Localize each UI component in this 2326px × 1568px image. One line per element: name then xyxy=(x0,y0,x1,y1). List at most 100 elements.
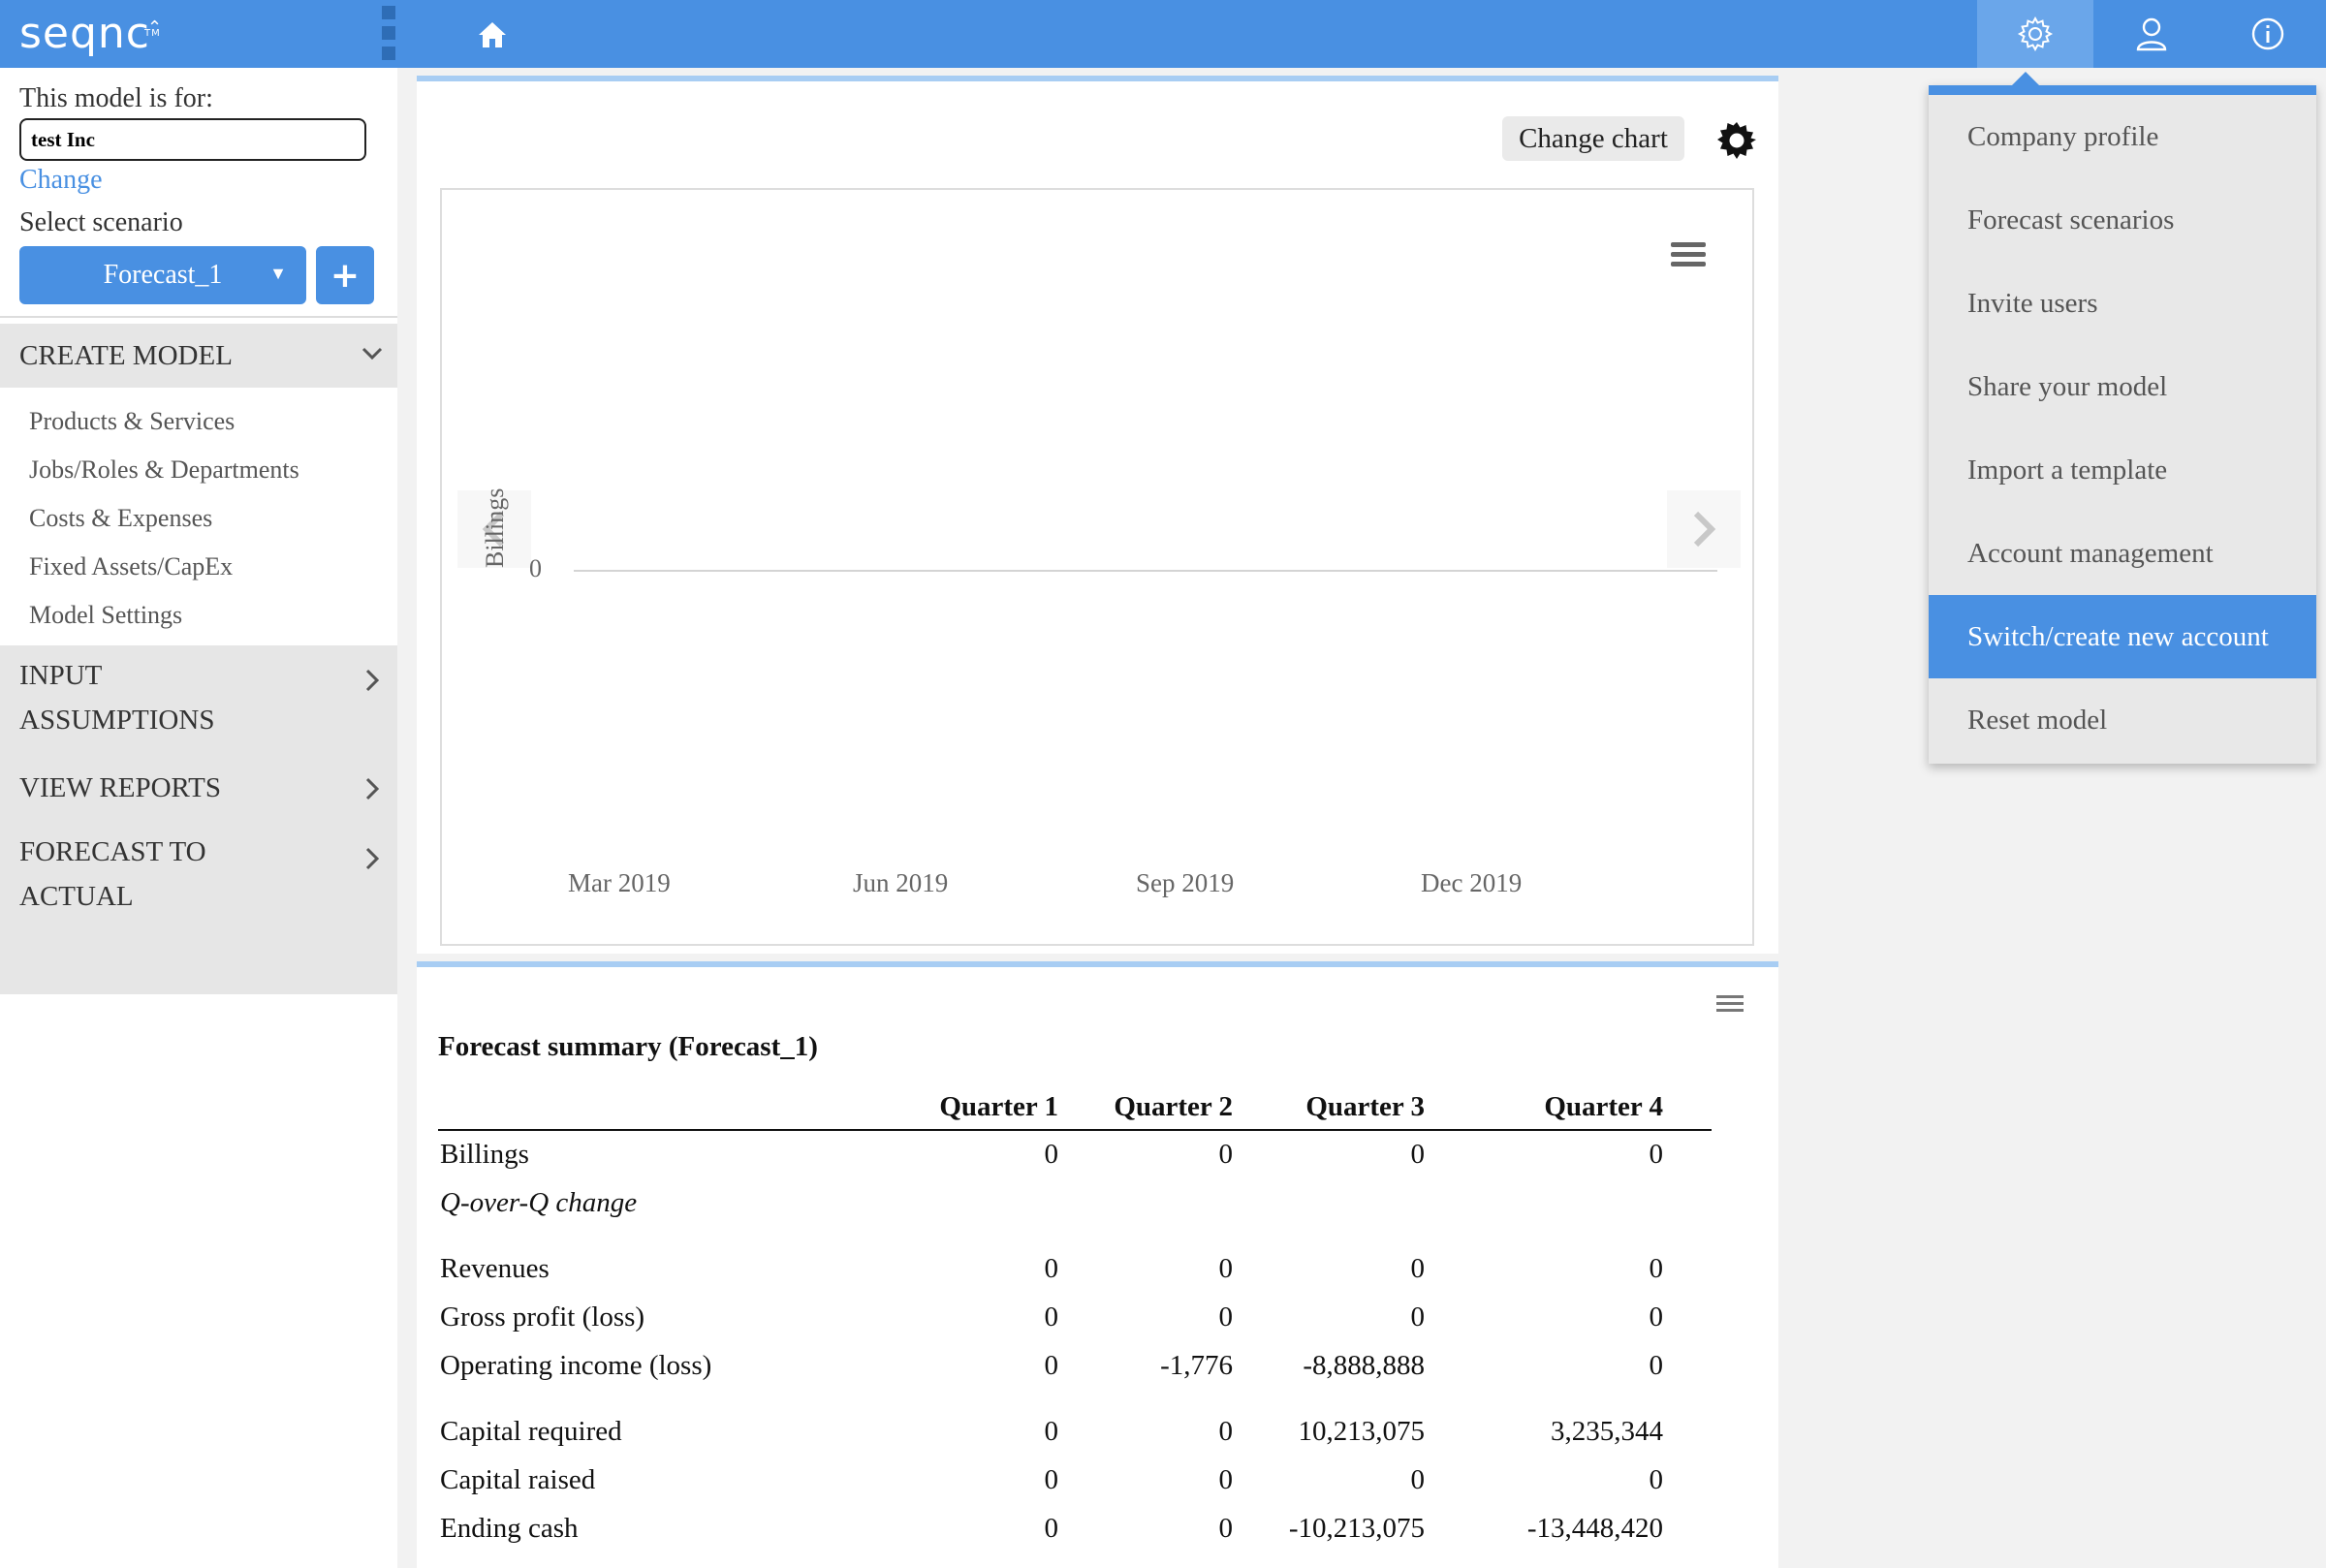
x-tick-label: Mar 2019 xyxy=(568,868,671,897)
info-button[interactable] xyxy=(2210,0,2326,68)
table-cell: 0 xyxy=(1044,1252,1059,1284)
sidebar-item-fixed-assets[interactable]: Fixed Assets/CapEx xyxy=(0,543,397,591)
table-cell: -1,776 xyxy=(1160,1349,1233,1381)
select-scenario-label: Select scenario xyxy=(19,207,183,237)
x-tick-label: Dec 2019 xyxy=(1421,868,1523,897)
settings-dropdown-menu: Company profile Forecast scenarios Invite … xyxy=(1929,72,2316,764)
create-model-list: Products & Services Jobs/Roles & Departm… xyxy=(0,397,397,640)
menu-item-switch-create-new-account[interactable]: Switch/create new account xyxy=(1929,595,2316,678)
user-button[interactable] xyxy=(2093,0,2210,68)
add-scenario-button[interactable]: + xyxy=(316,246,374,304)
table-cell: 0 xyxy=(1649,1301,1664,1333)
row-label: Billings xyxy=(440,1139,529,1170)
table-row: Q-over-Q change xyxy=(438,1178,1712,1227)
table-cell: 0 xyxy=(1218,1512,1234,1544)
sidebar-item-products-services[interactable]: Products & Services xyxy=(0,397,397,446)
settings-button[interactable] xyxy=(1977,0,2093,68)
table-spacer-cell xyxy=(913,1227,1107,1244)
table-cell: 0 xyxy=(1044,1463,1059,1495)
menu-item-account-management[interactable]: Account management xyxy=(1929,512,2316,595)
section-label-line1: INPUT xyxy=(19,660,103,691)
summary-title: Forecast summary (Forecast_1) xyxy=(438,1031,818,1062)
home-button[interactable] xyxy=(469,16,516,54)
table-spacer-cell xyxy=(1473,1227,1712,1244)
gear-icon xyxy=(2017,16,2054,52)
menu-item-forecast-scenarios[interactable]: Forecast scenarios xyxy=(1929,178,2316,262)
left-sidebar: This model is for: Change Select scenari… xyxy=(0,68,397,1568)
home-icon xyxy=(479,22,506,47)
sidebar-item-model-settings[interactable]: Model Settings xyxy=(0,591,397,640)
section-label: CREATE MODEL xyxy=(19,340,233,371)
chevron-right-icon xyxy=(365,777,380,800)
table-spacer-row xyxy=(438,1227,1712,1244)
user-icon xyxy=(2136,17,2167,51)
chart-next-button[interactable] xyxy=(1667,490,1741,568)
table-spacer-cell xyxy=(1281,1390,1473,1407)
menu-item-share-your-model[interactable]: Share your model xyxy=(1929,345,2316,428)
column-header: Quarter 4 xyxy=(1473,1085,1712,1131)
section-label: INPUT ASSUMPTIONS xyxy=(19,653,214,742)
row-label: Capital required xyxy=(440,1415,622,1447)
table-cell: 0 xyxy=(1044,1415,1059,1447)
sidebar-item-jobs-roles[interactable]: Jobs/Roles & Departments xyxy=(0,446,397,494)
sidebar-collapse-handle[interactable] xyxy=(382,6,395,60)
section-view-reports[interactable]: VIEW REPORTS xyxy=(0,758,397,822)
table-row: Operating income (loss) 0 -1,776 -8,888,888… xyxy=(438,1341,1712,1390)
gear-icon[interactable] xyxy=(1715,118,1758,161)
section-input-assumptions[interactable]: INPUT ASSUMPTIONS xyxy=(0,645,397,758)
menu-item-company-profile[interactable]: Company profile xyxy=(1929,95,2316,178)
section-create-model[interactable]: CREATE MODEL xyxy=(0,324,397,388)
change-company-link[interactable]: Change xyxy=(19,165,103,196)
logo-text: seqnc xyxy=(19,9,151,58)
table-row: Capital raised 0 0 0 0 xyxy=(438,1456,1712,1504)
table-cell: 0 xyxy=(1649,1252,1664,1284)
x-tick-label: Jun 2019 xyxy=(853,868,949,897)
model-for-label: This model is for: xyxy=(19,83,213,113)
section-forecast-to-actual[interactable]: FORECAST TO ACTUAL xyxy=(0,822,397,994)
dropdown-arrow-icon: ▼ xyxy=(269,264,287,283)
table-spacer-cell xyxy=(1107,1227,1281,1244)
row-label: Revenues xyxy=(440,1252,550,1284)
hamburger-icon[interactable] xyxy=(1669,238,1708,271)
info-icon xyxy=(2251,17,2284,50)
table-spacer-cell xyxy=(1281,1227,1473,1244)
table-cell: 0 xyxy=(1649,1139,1664,1170)
table-cell xyxy=(1281,1178,1473,1227)
table-cell: 0 xyxy=(1044,1512,1059,1544)
menu-item-reset-model[interactable]: Reset model xyxy=(1929,678,2316,762)
change-chart-button[interactable]: Change chart xyxy=(1502,116,1684,161)
table-cell: 10,213,075 xyxy=(1298,1415,1426,1447)
table-cell: 3,235,344 xyxy=(1551,1415,1663,1447)
hamburger-icon[interactable] xyxy=(1715,992,1744,1016)
table-cell: 0 xyxy=(1044,1301,1059,1333)
section-label: VIEW REPORTS xyxy=(19,772,221,803)
section-label-line2: ASSUMPTIONS xyxy=(19,705,215,736)
app-logo[interactable]: seqncTM ⌃ xyxy=(19,6,162,62)
sidebar-divider xyxy=(0,316,397,318)
row-label: Gross profit (loss) xyxy=(440,1301,645,1333)
column-header xyxy=(438,1085,913,1131)
company-name-input[interactable] xyxy=(19,118,366,161)
table-cell xyxy=(913,1178,1107,1227)
column-header: Quarter 1 xyxy=(913,1085,1107,1131)
x-tick-label: Sep 2019 xyxy=(1136,868,1235,897)
section-label-line1: FORECAST TO xyxy=(19,836,206,867)
table-spacer-cell xyxy=(438,1390,913,1407)
table-cell: 0 xyxy=(1410,1252,1426,1284)
y-axis-label: Billings xyxy=(481,487,509,568)
table-cell: 0 xyxy=(1218,1463,1234,1495)
logo-caret: ⌃ xyxy=(147,17,164,38)
table-row: Billings 0 0 0 0 xyxy=(438,1130,1712,1178)
menu-item-invite-users[interactable]: Invite users xyxy=(1929,262,2316,345)
table-cell xyxy=(1107,1178,1281,1227)
menu-item-import-a-template[interactable]: Import a template xyxy=(1929,428,2316,512)
scenario-select[interactable]: Forecast_1 ▼ xyxy=(19,246,306,304)
table-cell: 0 xyxy=(1218,1139,1234,1170)
table-cell: 0 xyxy=(1218,1252,1234,1284)
sidebar-item-costs-expenses[interactable]: Costs & Expenses xyxy=(0,494,397,543)
table-header-row: Quarter 1 Quarter 2 Quarter 3 Quarter 4 xyxy=(438,1085,1712,1131)
table-cell xyxy=(1473,1178,1712,1227)
y-tick-label: 0 xyxy=(529,554,542,582)
summary-panel: Forecast summary (Forecast_1) Quarter 1 … xyxy=(417,961,1778,1568)
table-spacer-cell xyxy=(913,1390,1107,1407)
